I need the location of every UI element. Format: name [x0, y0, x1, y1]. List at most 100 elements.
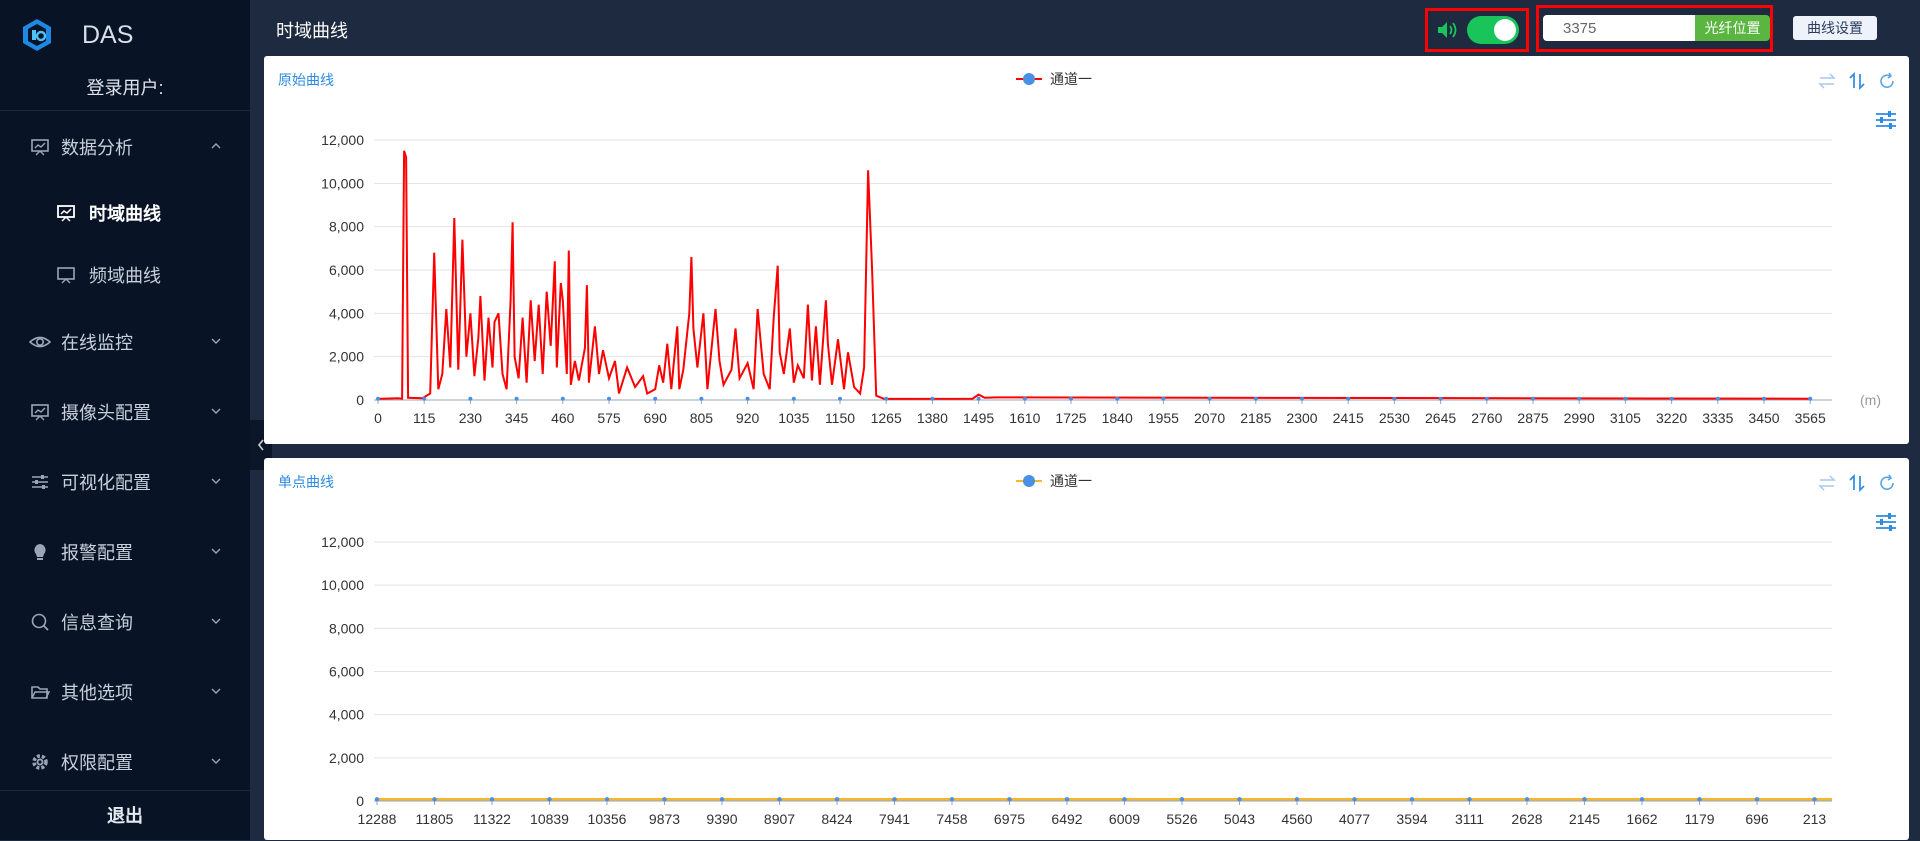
board-icon: [55, 264, 77, 286]
x-tick-label: 2300: [1286, 410, 1317, 426]
volume-icon[interactable]: [1436, 19, 1460, 41]
x-tick-label: 2875: [1517, 410, 1548, 426]
data-point: [1300, 396, 1304, 401]
y-tick-label: 10,000: [321, 175, 364, 191]
series-line: [377, 150, 1811, 400]
x-tick-label: 2760: [1471, 410, 1502, 426]
data-point: [892, 797, 897, 802]
y-tick-label: 12,000: [321, 534, 364, 550]
x-tick-label: 3594: [1396, 811, 1427, 827]
x-tick-label: 2628: [1511, 811, 1542, 827]
swap-horizontal-icon[interactable]: [1816, 472, 1838, 494]
x-tick-label: 1840: [1102, 410, 1133, 426]
sidebar-subitem-label: 频域曲线: [89, 266, 161, 286]
data-point: [1582, 797, 1587, 802]
data-point: [1253, 396, 1258, 401]
data-point: [930, 396, 935, 401]
filter-settings-icon[interactable]: [1872, 508, 1900, 536]
swap-vertical-icon[interactable]: [1846, 472, 1868, 494]
sidebar-item-info-query[interactable]: 信息查询: [0, 597, 250, 647]
y-tick-label: 4,000: [329, 305, 364, 321]
data-point: [719, 797, 725, 802]
data-point: [1115, 396, 1120, 401]
x-tick-label: 2530: [1379, 410, 1410, 426]
chevron-up-icon: [211, 143, 221, 149]
data-point: [653, 396, 658, 401]
swap-horizontal-icon[interactable]: [1816, 70, 1838, 92]
data-point: [1007, 797, 1012, 802]
sidebar-item-alarm-config[interactable]: 报警配置: [0, 527, 250, 577]
x-tick-label: 115: [413, 410, 436, 426]
x-tick-label: 12288: [358, 811, 397, 827]
x-tick-label: 8424: [821, 811, 852, 827]
swap-vertical-icon[interactable]: [1846, 70, 1868, 92]
x-tick-label: 1495: [963, 410, 994, 426]
x-tick-label: 696: [1745, 811, 1769, 827]
sidebar-item-label: 权限配置: [61, 753, 133, 773]
x-tick-label: 4077: [1339, 811, 1370, 827]
presentation-chart-icon: [29, 136, 51, 158]
refresh-icon[interactable]: [1876, 70, 1898, 92]
data-point: [1524, 797, 1530, 802]
fiber-position-input[interactable]: [1543, 15, 1695, 41]
filter-settings-icon[interactable]: [1872, 106, 1900, 134]
data-point: [1392, 396, 1397, 401]
x-tick-label: 460: [551, 410, 575, 426]
y-tick-label: 6,000: [329, 262, 364, 278]
x-tick-label: 6975: [994, 811, 1025, 827]
data-point: [976, 396, 981, 401]
sidebar-item-online-monitor[interactable]: 在线监控: [0, 317, 250, 367]
sidebar-subitem-time-domain[interactable]: 时域曲线: [0, 188, 250, 238]
legend-label: 通道一: [1050, 473, 1092, 489]
data-point: [838, 396, 842, 401]
x-tick-label: 2185: [1240, 410, 1271, 426]
chevron-down-icon: [211, 338, 221, 344]
sidebar-item-permission-config[interactable]: 权限配置: [0, 737, 250, 787]
sidebar-subitem-frequency-domain[interactable]: 频域曲线: [0, 250, 250, 300]
raw-curve-chart[interactable]: 通道一 0 2,000 4,000 6,000 8,000 10,000 12,000 0 115…: [264, 56, 1909, 444]
sidebar-divider: [0, 110, 250, 111]
sidebar-item-data-analysis[interactable]: 数据分析: [0, 122, 250, 172]
x-tick-label: 11322: [473, 811, 511, 827]
das-logo-icon: [23, 19, 51, 51]
x-tick-label: 5043: [1224, 811, 1255, 827]
x-tick-label: 2990: [1564, 410, 1595, 426]
x-tick-label: 3105: [1610, 410, 1641, 426]
data-point: [376, 396, 380, 401]
sidebar-item-other-options[interactable]: 其他选项: [0, 667, 250, 717]
x-tick-label: 805: [690, 410, 714, 426]
fiber-position-button[interactable]: 光纤位置: [1695, 15, 1770, 41]
data-point: [745, 396, 750, 401]
x-tick-label: 7941: [879, 811, 910, 827]
sound-toggle[interactable]: [1467, 16, 1519, 44]
search-icon: [29, 611, 51, 633]
data-point: [1294, 797, 1300, 802]
data-point: [1207, 396, 1212, 401]
y-tick-label: 4,000: [329, 707, 364, 723]
logout-button[interactable]: 退出: [0, 790, 250, 840]
data-point: [1237, 797, 1242, 802]
y-tick-label: 2,000: [329, 349, 364, 365]
y-tick-label: 10,000: [321, 577, 364, 593]
data-point: [791, 396, 796, 401]
x-tick-label: 8907: [764, 811, 795, 827]
x-tick-label: 11805: [416, 811, 454, 827]
single-point-chart[interactable]: 通道一 0 2,000 4,000 6,000 8,000 10,000 12,000 1228…: [264, 458, 1909, 840]
data-point: [1022, 396, 1027, 401]
data-point: [1577, 396, 1582, 401]
refresh-icon[interactable]: [1876, 472, 1898, 494]
data-point: [514, 396, 519, 401]
data-point: [1352, 797, 1357, 802]
data-point: [1531, 396, 1535, 401]
data-point: [604, 797, 610, 802]
data-point: [1754, 797, 1760, 802]
x-tick-label: 9390: [706, 811, 737, 827]
sidebar-item-camera-config[interactable]: 摄像头配置: [0, 387, 250, 437]
bulb-icon: [29, 541, 51, 563]
curve-settings-button[interactable]: 曲线设置: [1793, 16, 1877, 40]
y-tick-label: 6,000: [329, 664, 364, 680]
chart-board-icon: [55, 202, 77, 224]
x-tick-label: 1725: [1055, 410, 1086, 426]
sidebar-item-visual-config[interactable]: 可视化配置: [0, 457, 250, 507]
data-point: [949, 797, 955, 802]
